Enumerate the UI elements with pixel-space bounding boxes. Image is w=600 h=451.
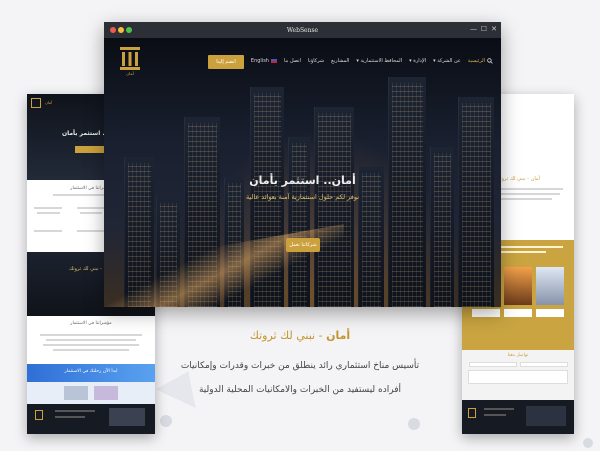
phone-footer [462, 400, 574, 434]
description-line-2: أفراده ليستفيد من الخبرات والامكانيات ال… [198, 385, 402, 395]
phone-card [536, 267, 564, 305]
nav-item-contact[interactable]: اتصل بنا [284, 58, 301, 64]
nav-item-partners[interactable]: شركاؤنا [308, 58, 324, 64]
tagline: أمان - نبني لك ثروتك [0, 329, 600, 342]
showcase-stage: أمان أمان.. استثمر بأمان مؤشراتنا في الا… [0, 0, 600, 451]
main-nav: الرئيسية عن الشركة ▾ الإدارة ▾ المحافظ ا… [251, 58, 485, 64]
description-line-1: تأسيس مناخ استثماري رائد ينطلق من خبرات … [180, 361, 420, 371]
decor-dot [408, 418, 420, 430]
decor-dot [583, 438, 593, 448]
phone-footer-logo [35, 410, 43, 420]
nav-item-about[interactable]: عن الشركة ▾ [433, 58, 461, 64]
search-icon[interactable] [487, 58, 493, 64]
language-label: English [250, 58, 269, 64]
phone-footer-logo [468, 408, 476, 418]
minimize-dot[interactable] [118, 27, 124, 33]
hero-cta-button[interactable]: شركاتنا تعمل [286, 238, 320, 252]
phone-logo-text: أمان [45, 100, 53, 105]
nav-item-home[interactable]: الرئيسية [468, 58, 485, 64]
phone-section-title: مؤشراتنا في الاستثمار [70, 321, 112, 326]
language-switch[interactable]: English [251, 58, 277, 64]
tagline-brand: أمان [326, 329, 351, 342]
phone-card [504, 267, 532, 305]
brand-logo-text: أمان [126, 71, 134, 76]
desktop-window: WebSense — ☐ ✕ أمان انضم إلينا الرئيسية … [104, 22, 501, 307]
window-titlebar: WebSense — ☐ ✕ [104, 22, 501, 38]
nav-item-portfolios[interactable]: المحافظ الاستثمارية ▾ [356, 58, 402, 64]
close-icon[interactable]: ✕ [491, 25, 497, 34]
tagline-rest: - نبني لك ثروتك [249, 329, 327, 342]
window-title: WebSense [286, 26, 319, 34]
phone-logo [31, 98, 41, 108]
brand-logo-icon[interactable] [118, 45, 142, 71]
nav-item-management[interactable]: الإدارة ▾ [409, 58, 426, 64]
phone-form-title: تواصل معنا [507, 353, 529, 358]
hero-title: أمان.. استثمر بأمان [249, 174, 356, 187]
flag-icon [270, 59, 277, 63]
minimize-icon[interactable]: — [470, 25, 477, 34]
phone-form-message[interactable] [468, 370, 568, 384]
phone-footer [27, 404, 155, 434]
restore-icon[interactable]: ☐ [481, 25, 487, 34]
close-dot[interactable] [110, 27, 116, 33]
phone-hero-button[interactable] [75, 146, 107, 153]
join-us-button[interactable]: انضم إلينا [208, 55, 244, 69]
hero-section [104, 38, 501, 307]
hero-subtitle: نوفر لكم حلول استثمارية آمنة بعوائد عالي… [245, 193, 360, 201]
maximize-dot[interactable] [126, 27, 132, 33]
nav-item-projects[interactable]: المشاريع [331, 58, 349, 64]
decor-dot [160, 415, 172, 427]
